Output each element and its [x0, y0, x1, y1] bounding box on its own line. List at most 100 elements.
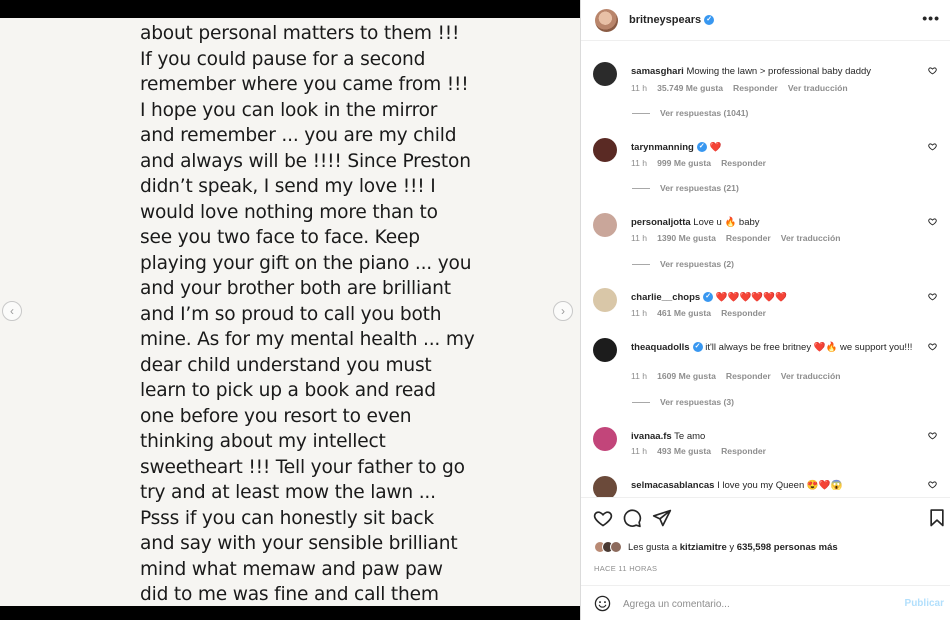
emoji-icon[interactable]	[594, 595, 611, 612]
author-avatar[interactable]	[595, 8, 618, 32]
comment-input[interactable]	[623, 595, 883, 613]
comment-meta: 11 h 1390 Me gusta Responder Ver traducción	[631, 233, 850, 243]
likes-summary: Les gusta a kitziamitre y 635,598 person…	[594, 541, 838, 553]
like-comment-heart-icon[interactable]	[928, 217, 938, 227]
comment-time: 11 h	[631, 233, 648, 243]
comment-text: Te amo	[674, 431, 706, 442]
replies-divider	[632, 264, 650, 266]
chevron-left-icon: ‹	[10, 304, 14, 318]
post-image-text-line: and say with your sensible brilliant	[140, 533, 458, 554]
post-image-text-line: I hope you can look in the mirror	[140, 99, 438, 121]
commenter-avatar[interactable]	[593, 338, 617, 362]
comment-meta: 11 h 999 Me gusta Responder	[631, 158, 776, 168]
post-image-text-line: dear child understand you must	[140, 354, 432, 376]
next-post-button[interactable]: ›	[553, 301, 573, 321]
commenter-avatar[interactable]	[593, 62, 617, 86]
comment-meta: 11 h 1609 Me gusta Responder Ver traducción	[631, 371, 850, 381]
comment-body: ivanaa.fs Te amo	[631, 430, 916, 443]
translate-button[interactable]: Ver traducción	[781, 371, 841, 381]
post-image-text-line: try and at least mow the lawn ...	[140, 482, 436, 503]
comment-body: personaljotta Love u 🔥 baby	[631, 216, 916, 229]
commenter-username[interactable]: samasghari	[631, 66, 684, 77]
comment-body: charlie__chops ✓ ❤️❤️❤️❤️❤️❤️	[631, 291, 916, 304]
commenter-username[interactable]: theaquadolls	[631, 342, 690, 353]
comment-meta: 11 h 35.749 Me gusta Responder Ver traducci…	[631, 83, 858, 93]
commenter-username[interactable]: selmacasablancas	[631, 480, 714, 491]
likes-count[interactable]: 635,598 personas más	[737, 542, 838, 553]
post-image-text-line: mind what memaw and paw paw	[140, 558, 443, 580]
paper-plane-icon[interactable]	[652, 508, 672, 528]
comment-item: selmacasablancas I love you my Queen 😍❤️…	[593, 476, 938, 497]
comment-text: it'll always be free britney ❤️🔥 we supp…	[705, 342, 913, 353]
post-timestamp[interactable]: HACE 11 HORAS	[594, 564, 657, 573]
comment-time: 11 h	[631, 308, 648, 318]
post-image-text-line: and I’m so proud to call you both	[140, 303, 442, 325]
comment-likes[interactable]: 1609 Me gusta	[657, 371, 716, 381]
view-replies-button[interactable]: Ver respuestas (3)	[632, 397, 734, 407]
view-replies-button[interactable]: Ver respuestas (1041)	[632, 108, 748, 118]
comment-text: I love you my Queen 😍❤️😱	[717, 480, 843, 491]
author-username[interactable]: britneyspears ✓	[629, 14, 715, 26]
commenter-username[interactable]: personaljotta	[631, 217, 691, 228]
post-image-text-line: and your brother both are brilliant	[140, 278, 451, 299]
replies-divider	[632, 402, 650, 404]
view-replies-button[interactable]: Ver respuestas (21)	[632, 183, 739, 193]
like-comment-heart-icon[interactable]	[928, 431, 938, 441]
like-comment-heart-icon[interactable]	[928, 292, 938, 302]
like-comment-heart-icon[interactable]	[928, 480, 938, 490]
post-image-text-line: playing your gift on the piano ... you	[140, 252, 472, 274]
comment-text: Mowing the lawn > professional baby dadd…	[686, 66, 872, 77]
comment-time: 11 h	[631, 158, 648, 168]
post-image-text-line: remember where you came from !!!	[140, 74, 469, 95]
comment-time: 11 h	[631, 371, 648, 381]
commenter-avatar[interactable]	[593, 213, 617, 237]
translate-button[interactable]: Ver traducción	[781, 233, 841, 243]
view-replies-button[interactable]: Ver respuestas (2)	[632, 259, 734, 269]
view-replies-label[interactable]: Ver respuestas (1041)	[660, 108, 748, 118]
like-comment-heart-icon[interactable]	[928, 342, 938, 352]
commenter-username[interactable]: charlie__chops	[631, 292, 700, 303]
view-replies-label[interactable]: Ver respuestas (21)	[660, 183, 739, 193]
publish-button[interactable]: Publicar	[905, 598, 944, 609]
reply-button[interactable]: Responder	[721, 308, 766, 318]
reply-button[interactable]: Responder	[726, 371, 771, 381]
commenter-avatar[interactable]	[593, 138, 617, 162]
view-replies-label[interactable]: Ver respuestas (2)	[660, 259, 734, 269]
likes-text: Les gusta a kitziamitre y 635,598 person…	[628, 542, 838, 553]
like-comment-heart-icon[interactable]	[928, 142, 938, 152]
post-image-text-line: see you two face to face. Keep	[140, 227, 420, 248]
translate-button[interactable]: Ver traducción	[788, 83, 848, 93]
comment-likes[interactable]: 35.749 Me gusta	[657, 83, 723, 93]
more-options-icon[interactable]: •••	[922, 10, 940, 26]
speech-bubble-icon[interactable]	[622, 508, 642, 528]
commenter-username[interactable]: ivanaa.fs	[631, 431, 672, 442]
commenter-avatar[interactable]	[593, 476, 617, 497]
reply-button[interactable]: Responder	[721, 446, 766, 456]
comment-likes[interactable]: 1390 Me gusta	[657, 233, 716, 243]
post-image-text-line: and always will be !!!! Since Preston	[140, 150, 471, 172]
comments-list: samasghari Mowing the lawn > professiona…	[581, 42, 950, 497]
heart-outline-icon[interactable]	[593, 508, 613, 528]
like-comment-heart-icon[interactable]	[928, 66, 938, 76]
post-image-text-line: did to me was fine and call them	[140, 584, 439, 605]
previous-post-button[interactable]: ‹	[2, 301, 22, 321]
reply-button[interactable]: Responder	[721, 158, 766, 168]
liker-avatar	[610, 541, 622, 553]
post-image-text-line: didn’t speak, I send my love !!! I	[140, 176, 436, 197]
bookmark-icon[interactable]	[927, 508, 947, 528]
comment-time: 11 h	[631, 446, 648, 456]
commenter-avatar[interactable]	[593, 288, 617, 312]
liker-username[interactable]: kitziamitre	[680, 542, 727, 553]
reply-button[interactable]: Responder	[733, 83, 778, 93]
verified-badge-icon: ✓	[704, 15, 715, 26]
commenter-username[interactable]: tarynmanning	[631, 142, 694, 153]
reply-button[interactable]: Responder	[726, 233, 771, 243]
author-username-text[interactable]: britneyspears	[629, 14, 701, 26]
post-image-text-line: learn to pick up a book and read	[140, 380, 436, 401]
comment-likes[interactable]: 999 Me gusta	[657, 158, 711, 168]
post-image-text-line: If you could pause for a second	[140, 48, 426, 70]
commenter-avatar[interactable]	[593, 427, 617, 451]
view-replies-label[interactable]: Ver respuestas (3)	[660, 397, 734, 407]
comment-likes[interactable]: 493 Me gusta	[657, 446, 711, 456]
comment-likes[interactable]: 461 Me gusta	[657, 308, 711, 318]
